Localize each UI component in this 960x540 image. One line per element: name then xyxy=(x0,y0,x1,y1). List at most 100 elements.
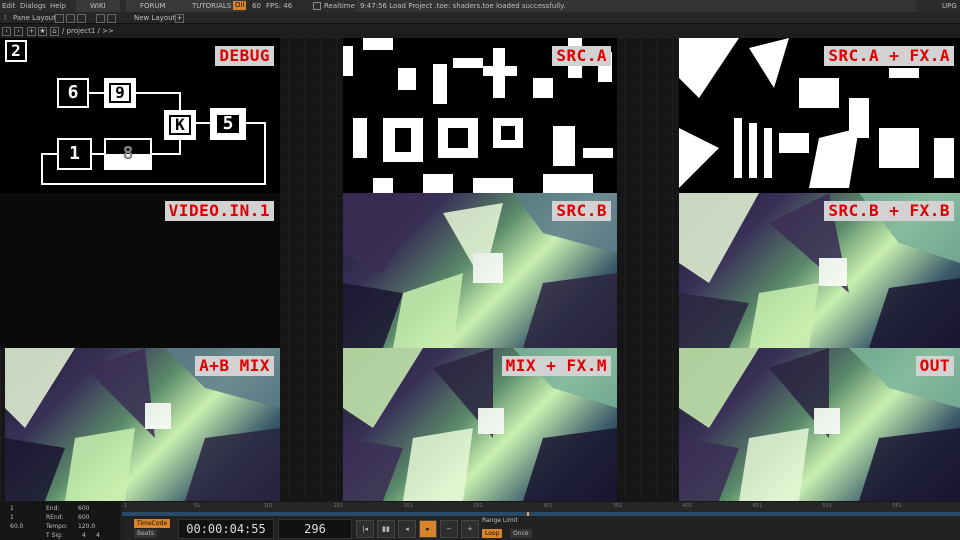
tile-ab-mix[interactable]: A+B MIX xyxy=(5,348,280,501)
rend-value[interactable]: 600 xyxy=(78,514,89,521)
fps-small: 60 xyxy=(252,2,261,10)
add-icon[interactable]: + xyxy=(27,27,36,36)
network-path[interactable]: / project1 / >> xyxy=(62,24,114,38)
tile-label-src-b-fx: SRC.B + FX.B xyxy=(824,201,954,221)
ruler-tick: 551 xyxy=(892,503,902,509)
tsig-label: T Sig: xyxy=(46,532,63,539)
ruler-tick: 401 xyxy=(682,503,693,509)
realtime-label: Realtime xyxy=(324,2,355,10)
home-icon[interactable]: ⌂ xyxy=(50,27,59,36)
wiki-link[interactable]: WIKI xyxy=(76,0,120,12)
menu-edit[interactable]: Edit xyxy=(2,0,16,12)
loop-button[interactable]: Loop xyxy=(482,529,503,538)
app-window: Edit Dialogs Help WIKI FORUM TUTORIALS O… xyxy=(0,0,960,540)
tile-label-src-a-fx: SRC.A + FX.A xyxy=(824,46,954,66)
info-a3: 60.0 xyxy=(10,523,24,530)
rewind-icon[interactable]: |◂ xyxy=(356,520,374,538)
tile-debug[interactable]: 2 6 9 K 5 1 8 DEBUG xyxy=(0,38,280,193)
tile-label-video-in: VIDEO.IN.1 xyxy=(164,201,274,221)
layout-single-icon[interactable] xyxy=(55,14,64,23)
tile-label-out: OUT xyxy=(915,356,954,376)
debug-node-5: 5 xyxy=(215,113,241,135)
viewer-pane[interactable]: 2 6 9 K 5 1 8 DEBUG SRC.A SRC.A + FX.A V… xyxy=(0,38,960,502)
debug-node-9: 9 xyxy=(109,83,131,103)
pane-bar: ⁞ Pane Layout New Layout + xyxy=(0,12,960,24)
transport-controls: TimeCode Beats 00:00:04:55 296 |◂ ▮▮ ◂ ▸… xyxy=(122,516,960,540)
tile-src-a-fx[interactable]: SRC.A + FX.A xyxy=(679,38,960,193)
menu-dialogs[interactable]: Dialogs xyxy=(20,0,46,12)
beats-button[interactable]: Beats xyxy=(134,529,157,538)
step-back-icon[interactable]: − xyxy=(440,520,458,538)
info-a1: 1 xyxy=(10,505,14,512)
debug-node-6: 6 xyxy=(57,78,89,108)
layout-vsplit-icon[interactable] xyxy=(77,14,86,23)
ruler-tick: 1 xyxy=(124,503,128,509)
fps-readout: FPS: 46 xyxy=(266,2,293,10)
frame-field[interactable]: 296 xyxy=(278,519,352,539)
tile-label-src-b: SRC.B xyxy=(552,201,611,221)
rend-label: REnd: xyxy=(46,514,64,521)
pane-layout-button[interactable]: Pane Layout xyxy=(13,12,56,24)
step-forward-icon[interactable]: + xyxy=(461,520,479,538)
tempo-label: Tempo: xyxy=(46,523,68,530)
tile-label-debug: DEBUG xyxy=(215,46,274,66)
tile-out[interactable]: OUT xyxy=(679,348,960,501)
play-backward-icon[interactable]: ◂ xyxy=(398,520,416,538)
tile-src-b[interactable]: SRC.B xyxy=(343,193,617,348)
tsig-b[interactable]: 4 xyxy=(96,532,100,539)
tile-src-a[interactable]: SRC.A xyxy=(343,38,617,193)
status-message: 9:47:56 Load Project .toe: shaders.toe l… xyxy=(356,0,916,12)
ruler-tick: 351 xyxy=(612,503,623,509)
end-value[interactable]: 600 xyxy=(78,505,89,512)
add-layout-icon[interactable]: + xyxy=(175,14,184,23)
timeline-ruler[interactable]: 1 51 101 151 201 251 301 351 401 451 501 551 xyxy=(122,502,960,512)
timeline-bar: 1 1 60.0 End: 600 REnd: 600 Tempo: 120.0… xyxy=(0,502,960,540)
star-icon[interactable]: ★ xyxy=(38,27,47,36)
pause-icon[interactable]: ▮▮ xyxy=(377,520,395,538)
realtime-checkbox[interactable] xyxy=(313,2,321,10)
ruler-tick: 201 xyxy=(403,503,413,509)
once-button[interactable]: Once xyxy=(510,529,532,538)
layout-grid-icon[interactable] xyxy=(96,14,105,23)
ruler-tick: 251 xyxy=(473,503,483,509)
menu-help[interactable]: Help xyxy=(50,0,66,12)
debug-node-k-frame: K xyxy=(164,110,196,140)
play-forward-icon[interactable]: ▸ xyxy=(419,520,437,538)
debug-node-1: 1 xyxy=(57,138,92,170)
timecode-field[interactable]: 00:00:04:55 xyxy=(178,519,274,539)
forward-icon[interactable]: › xyxy=(14,27,23,36)
new-layout-button[interactable]: New Layout xyxy=(134,12,175,24)
path-bar: ‹ › + ★ ⌂ / project1 / >> xyxy=(0,24,960,38)
back-icon[interactable]: ‹ xyxy=(2,27,11,36)
ruler-tick: 101 xyxy=(263,503,274,509)
forum-link[interactable]: FORUM xyxy=(126,0,180,12)
time-info-panel: 1 1 60.0 End: 600 REnd: 600 Tempo: 120.0… xyxy=(0,502,120,540)
tile-label-ab-mix: A+B MIX xyxy=(195,356,274,376)
tile-src-b-fx[interactable]: SRC.B + FX.B xyxy=(679,193,960,348)
oil-badge[interactable]: Oil xyxy=(233,1,247,10)
info-a2: 1 xyxy=(10,514,14,521)
menu-bar: Edit Dialogs Help WIKI FORUM TUTORIALS O… xyxy=(0,0,960,12)
tsig-a[interactable]: 4 xyxy=(82,532,86,539)
debug-node-8: 8 xyxy=(104,138,152,170)
tile-video-in[interactable]: VIDEO.IN.1 xyxy=(0,193,280,348)
debug-node-9-frame: 9 xyxy=(104,78,136,108)
ruler-tick: 301 xyxy=(543,503,553,509)
layout-quad-icon[interactable] xyxy=(107,14,116,23)
upgrade-button[interactable]: UPG xyxy=(942,0,957,12)
tempo-value[interactable]: 120.0 xyxy=(78,523,95,530)
ruler-tick: 501 xyxy=(822,503,832,509)
end-label: End: xyxy=(46,505,60,512)
debug-node-5-frame: 5 xyxy=(210,108,246,140)
layout-split-icon[interactable] xyxy=(66,14,75,23)
ruler-tick: 151 xyxy=(333,503,344,509)
debug-node-k: K xyxy=(169,115,191,135)
grip-icon: ⁞ xyxy=(4,14,7,22)
tile-mix-fx[interactable]: MIX + FX.M xyxy=(343,348,617,501)
timecode-button[interactable]: TimeCode xyxy=(134,519,171,528)
tile-label-src-a: SRC.A xyxy=(552,46,611,66)
ruler-tick: 451 xyxy=(752,503,763,509)
range-limit-label: Range Limit xyxy=(482,517,518,524)
tile-label-mix-fx: MIX + FX.M xyxy=(501,356,611,376)
ruler-tick: 51 xyxy=(193,503,201,509)
